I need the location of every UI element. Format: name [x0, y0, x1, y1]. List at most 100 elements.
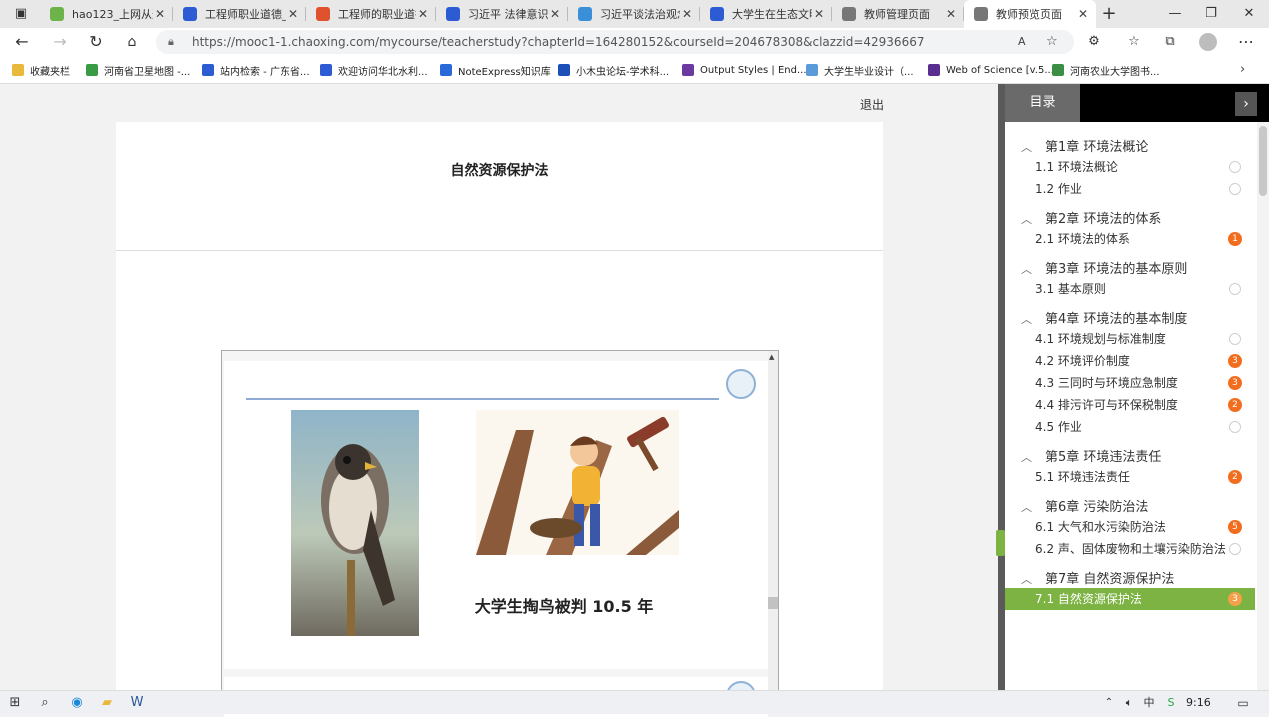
- chapter-item[interactable]: ︿ 第6章 污染防治法: [1021, 496, 1148, 515]
- chapter-item[interactable]: ︿ 第7章 自然资源保护法: [1021, 568, 1174, 587]
- browser-tab[interactable]: 工程师职业道德_ ✕: [173, 0, 306, 28]
- chapter-item[interactable]: ︿ 第5章 环境违法责任: [1021, 446, 1161, 465]
- chapter-item[interactable]: ︿ 第1章 环境法概论: [1021, 136, 1148, 155]
- file-explorer-icon[interactable]: ▰: [92, 691, 122, 715]
- section-label: 4.1 环境规划与标准制度: [1035, 332, 1166, 346]
- search-icon[interactable]: ⌕: [30, 691, 60, 715]
- bookmark-item[interactable]: 河南省卫星地图 -...: [86, 56, 190, 84]
- close-tab-icon[interactable]: ✕: [812, 7, 826, 21]
- extensions-icon[interactable]: ⚙: [1080, 28, 1108, 56]
- edge-icon[interactable]: ◉: [62, 691, 92, 715]
- bookmark-item[interactable]: Output Styles | End...: [682, 56, 807, 84]
- chevron-up-icon[interactable]: ︿: [1021, 211, 1045, 227]
- home-icon[interactable]: ⌂: [118, 28, 146, 56]
- chevron-right-icon[interactable]: ›: [1235, 92, 1257, 116]
- minimize-button[interactable]: —: [1158, 0, 1192, 28]
- sidebar-splitter[interactable]: [998, 84, 1005, 690]
- scroll-thumb[interactable]: [768, 597, 778, 609]
- close-tab-icon[interactable]: ✕: [416, 7, 430, 21]
- browser-tab[interactable]: 教师预览页面 ✕: [964, 0, 1096, 28]
- section-item[interactable]: 5.1 环境违法责任 2: [1005, 466, 1255, 488]
- tab-toc[interactable]: 目录: [1005, 84, 1080, 122]
- restore-button[interactable]: ❐: [1194, 0, 1228, 28]
- clock[interactable]: 9:16: [1186, 691, 1211, 715]
- word-icon[interactable]: W: [122, 691, 152, 715]
- bookmark-label: 站内检索 - 广东省...: [220, 66, 310, 78]
- chapter-item[interactable]: ︿ 第3章 环境法的基本原则: [1021, 258, 1187, 277]
- bookmark-item[interactable]: 站内检索 - 广东省...: [202, 56, 310, 84]
- sidebar-scrollbar[interactable]: [1257, 122, 1269, 690]
- chevron-up-icon[interactable]: ︿: [1021, 499, 1045, 515]
- close-tab-icon[interactable]: ✕: [153, 7, 167, 21]
- browser-tab[interactable]: 教师管理页面 ✕: [832, 0, 964, 28]
- section-item[interactable]: 4.5 作业: [1005, 416, 1255, 438]
- section-item[interactable]: 4.1 环境规划与标准制度: [1005, 328, 1255, 350]
- browser-tab[interactable]: hao123_上网从这✕: [40, 0, 173, 28]
- page-title: 自然资源保护法: [116, 122, 883, 251]
- chevron-up-icon[interactable]: ︿: [1021, 571, 1045, 587]
- chapter-item[interactable]: ︿ 第2章 环境法的体系: [1021, 208, 1161, 227]
- sidebar-scroll-thumb[interactable]: [1259, 126, 1267, 196]
- chevron-up-icon[interactable]: ︿: [1021, 139, 1045, 155]
- browser-tab[interactable]: 工程师的职业道德✕: [306, 0, 436, 28]
- bookmark-label: Web of Science [v.5...: [946, 64, 1054, 76]
- bookmark-label: 收藏夹栏: [30, 66, 70, 78]
- section-item[interactable]: 6.2 声、固体废物和土壤污染防治法: [1005, 538, 1255, 560]
- close-window-button[interactable]: ✕: [1232, 0, 1266, 28]
- more-menu-icon[interactable]: ⋯: [1232, 28, 1260, 56]
- favorite-star-icon[interactable]: ☆: [1046, 30, 1058, 54]
- section-item[interactable]: 4.3 三同时与环境应急制度 3: [1005, 372, 1255, 394]
- section-item[interactable]: 1.1 环境法概论: [1005, 156, 1255, 178]
- close-tab-icon[interactable]: ✕: [286, 7, 300, 21]
- read-aloud-icon[interactable]: A: [1018, 30, 1026, 54]
- chevron-up-icon[interactable]: ︿: [1021, 311, 1045, 327]
- close-tab-icon[interactable]: ✕: [1076, 7, 1090, 21]
- chevron-right-icon[interactable]: ›: [1240, 56, 1245, 84]
- section-item[interactable]: 7.1 自然资源保护法 3: [1005, 588, 1255, 610]
- bookmark-item[interactable]: NoteExpress知识库: [440, 56, 551, 84]
- security-icon[interactable]: S: [1156, 691, 1186, 715]
- section-item[interactable]: 1.2 作业: [1005, 178, 1255, 200]
- section-item[interactable]: 3.1 基本原则: [1005, 278, 1255, 300]
- windows-start-icon[interactable]: ⊞: [0, 691, 30, 715]
- close-tab-icon[interactable]: ✕: [944, 7, 958, 21]
- bookmark-item[interactable]: 小木虫论坛-学术科...: [558, 56, 669, 84]
- bookmark-item[interactable]: 欢迎访问华北水利...: [320, 56, 428, 84]
- bookmark-item[interactable]: 河南农业大学图书...: [1052, 56, 1160, 84]
- bookmark-favicon-icon: [806, 64, 818, 76]
- section-item[interactable]: 4.2 环境评价制度 3: [1005, 350, 1255, 372]
- favorites-icon[interactable]: ☆: [1120, 28, 1148, 56]
- bookmark-item[interactable]: Web of Science [v.5...: [928, 56, 1054, 84]
- favorites-bar-folder[interactable]: 收藏夹栏: [12, 56, 70, 84]
- close-tab-icon[interactable]: ✕: [548, 7, 562, 21]
- section-item[interactable]: 4.4 排污许可与环保税制度 2: [1005, 394, 1255, 416]
- refresh-icon[interactable]: ↻: [82, 28, 110, 56]
- chevron-up-icon[interactable]: ︿: [1021, 449, 1045, 465]
- lock-icon[interactable]: 🔒︎: [168, 30, 174, 54]
- tab-actions-icon[interactable]: ▣: [4, 0, 38, 28]
- browser-tab[interactable]: 习近平谈法治观念 ✕: [568, 0, 700, 28]
- browser-tab[interactable]: 大学生在生态文明 ✕: [700, 0, 832, 28]
- bookmark-item[interactable]: 大学生毕业设计（...: [806, 56, 914, 84]
- address-bar[interactable]: 🔒︎ https://mooc1-1.chaoxing.com/mycourse…: [156, 30, 1074, 54]
- url-text[interactable]: https://mooc1-1.chaoxing.com/mycourse/te…: [192, 30, 924, 54]
- chevron-up-icon[interactable]: ︿: [1021, 261, 1045, 277]
- back-icon[interactable]: ←: [8, 28, 36, 56]
- ppt-viewer[interactable]: 大学生掏鸟被判 10.5 年 ▲: [221, 350, 779, 717]
- exit-link[interactable]: 退出: [860, 96, 884, 113]
- browser-tab[interactable]: 习近平 法律意识_ ✕: [436, 0, 568, 28]
- section-item[interactable]: 2.1 环境法的体系 1: [1005, 228, 1255, 250]
- collections-icon[interactable]: ⧉: [1156, 28, 1184, 56]
- viewer-scrollbar[interactable]: ▲: [768, 351, 778, 709]
- scroll-up-icon[interactable]: ▲: [769, 353, 774, 361]
- chapter-item[interactable]: ︿ 第4章 环境法的基本制度: [1021, 308, 1187, 327]
- section-item[interactable]: 6.1 大气和水污染防治法 5: [1005, 516, 1255, 538]
- forward-icon[interactable]: →: [46, 28, 74, 56]
- collapse-handle[interactable]: [996, 530, 1005, 556]
- notification-icon[interactable]: ▭: [1228, 691, 1258, 715]
- new-tab-button[interactable]: +: [1092, 0, 1126, 28]
- close-tab-icon[interactable]: ✕: [680, 7, 694, 21]
- profile-avatar[interactable]: [1199, 33, 1217, 51]
- falcon-photo: [291, 410, 419, 636]
- bookmark-label: 小木虫论坛-学术科...: [576, 66, 670, 78]
